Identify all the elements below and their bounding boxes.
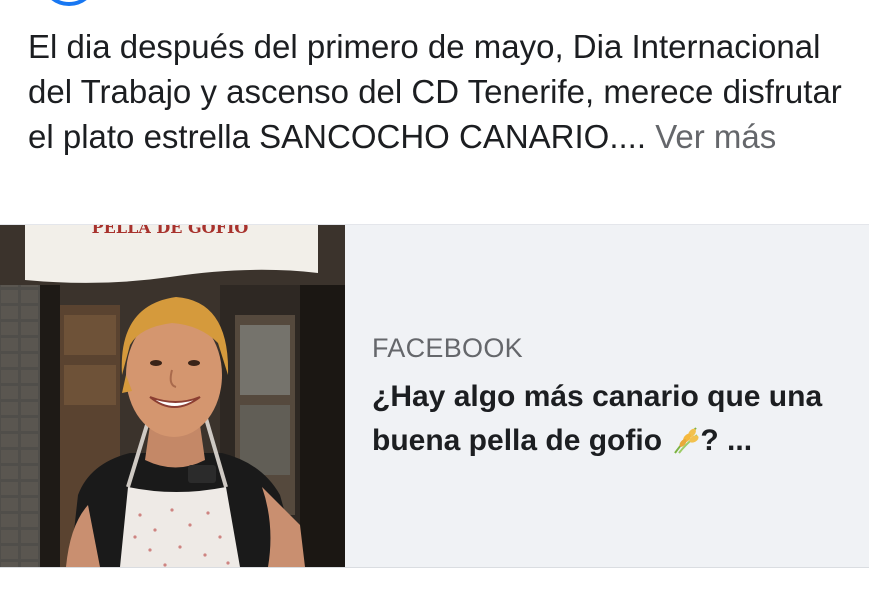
- facebook-post: El dia después del primero de mayo, Dia …: [0, 0, 869, 593]
- banner-text: PELLA DE GOFIO: [92, 225, 249, 237]
- link-title-text: ¿Hay algo más canario que una buena pell…: [372, 380, 823, 457]
- profile-avatar[interactable]: [40, 0, 98, 6]
- see-more-link[interactable]: Ver más: [655, 118, 776, 155]
- link-preview-card[interactable]: PELLA DE GOFIO FACEBOOK ¿Hay algo más ca…: [0, 224, 869, 568]
- link-preview-text[interactable]: FACEBOOK ¿Hay algo más canario que una b…: [372, 331, 852, 463]
- link-title: ¿Hay algo más canario que una buena pell…: [372, 375, 852, 463]
- link-title-ellipsis: ? ...: [700, 424, 753, 457]
- link-preview-image[interactable]: PELLA DE GOFIO: [0, 225, 345, 567]
- post-text: El dia después del primero de mayo, Dia …: [28, 24, 848, 159]
- sheaf-of-rice-icon: [674, 427, 699, 454]
- link-source: FACEBOOK: [372, 333, 523, 363]
- photo-woman-apron-icon: PELLA DE GOFIO: [0, 225, 345, 567]
